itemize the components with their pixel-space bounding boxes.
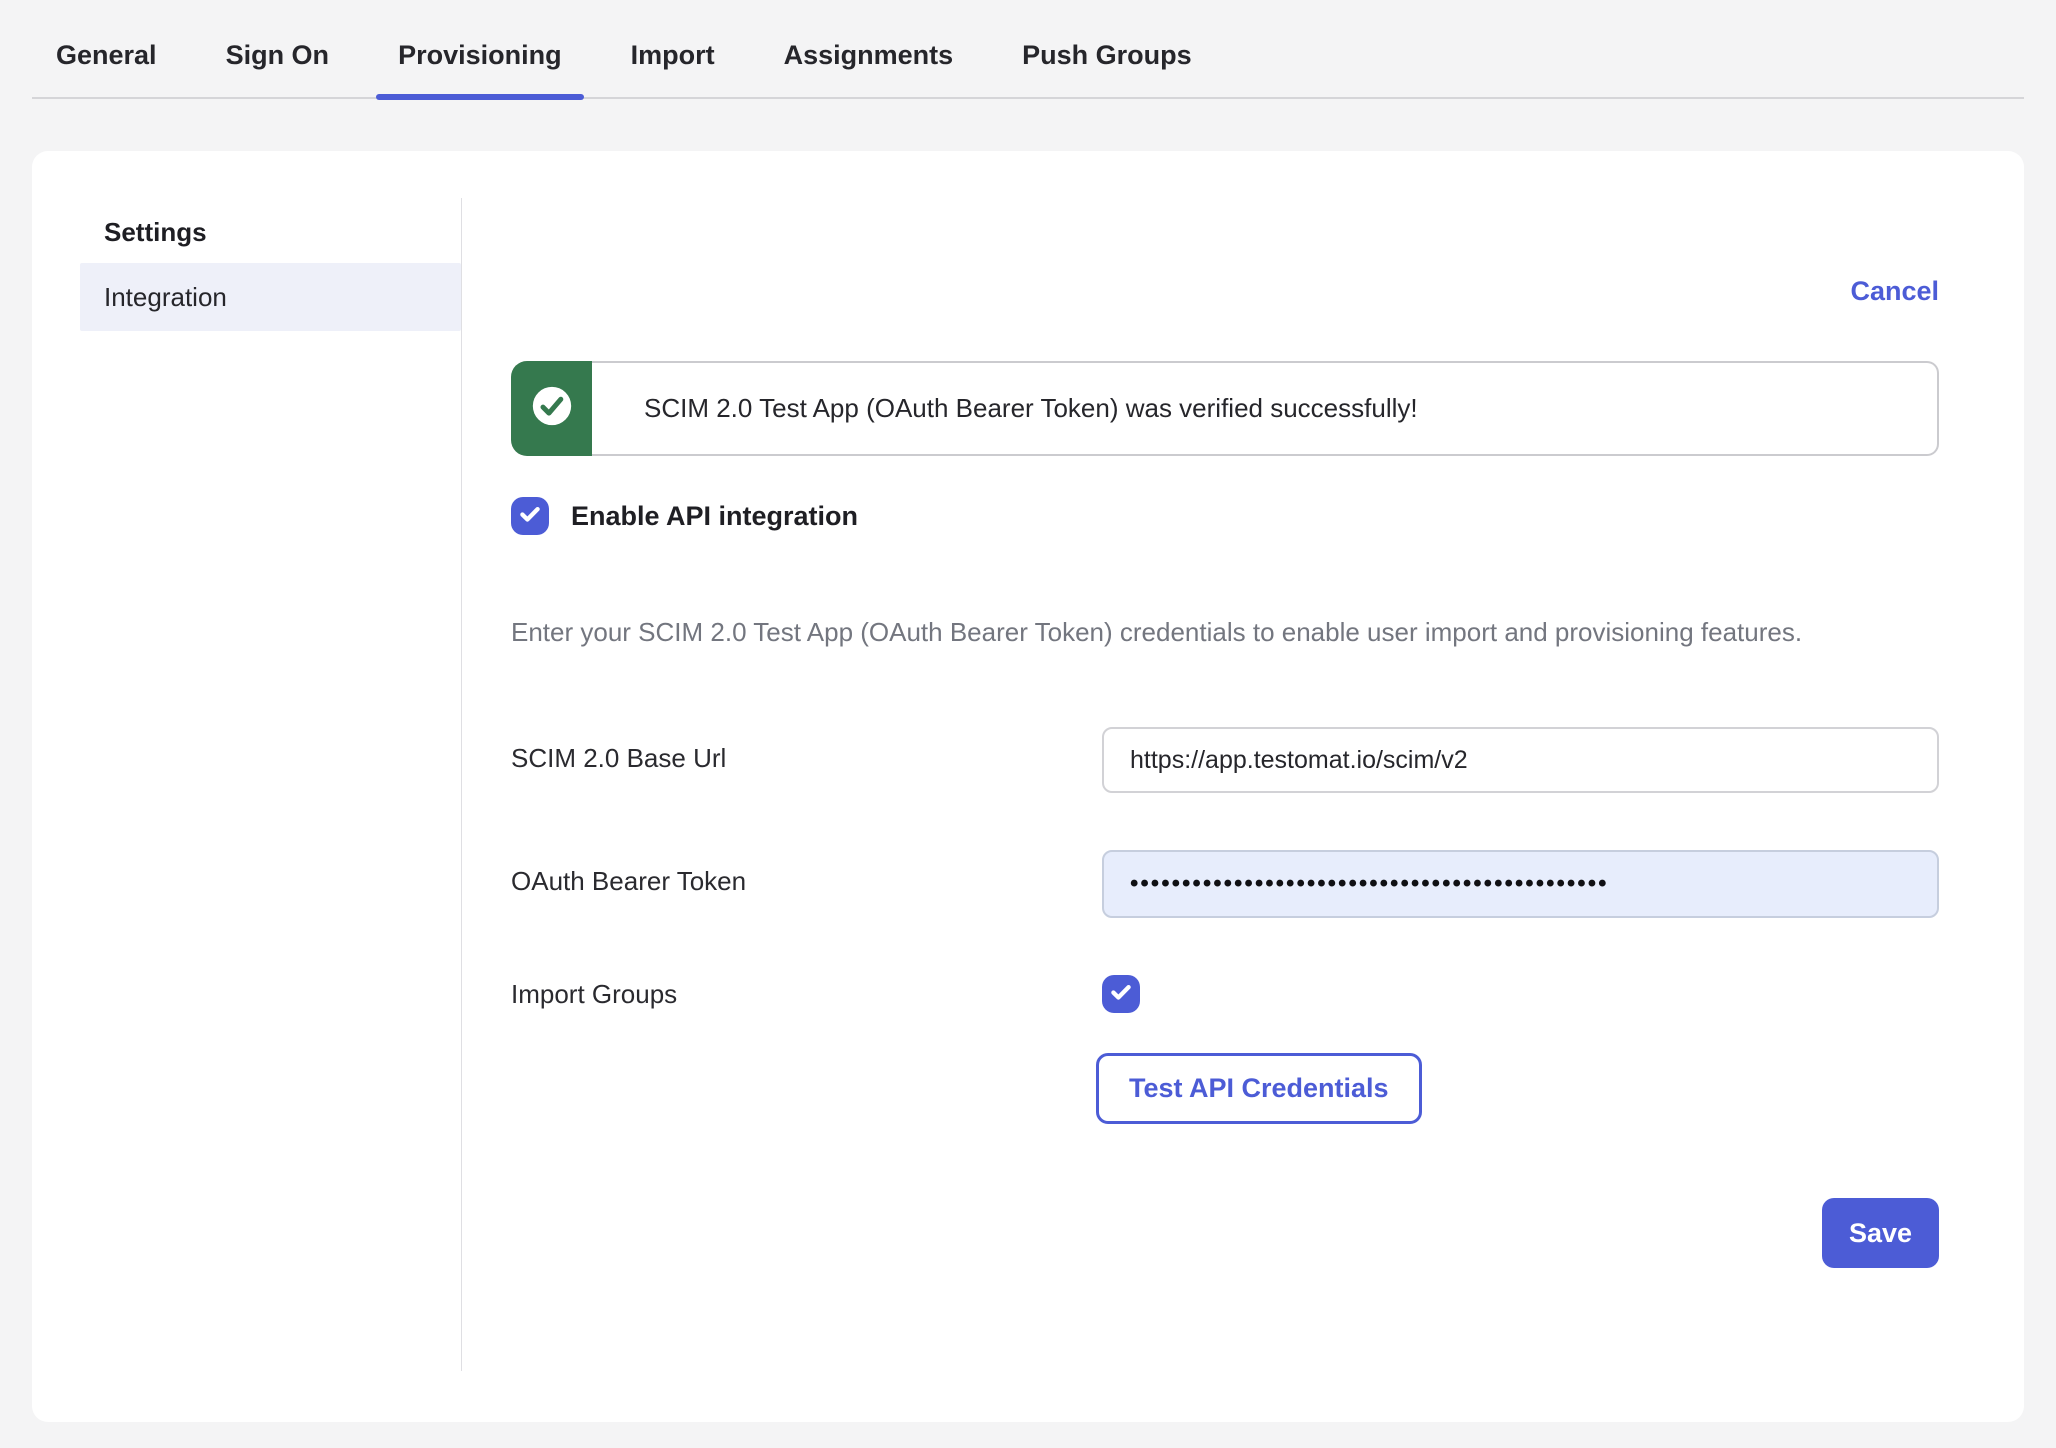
import-groups-checkbox[interactable] xyxy=(1102,975,1140,1013)
enable-api-checkbox[interactable] xyxy=(511,497,549,535)
tab-label: Sign On xyxy=(226,40,330,70)
provisioning-card: Settings Integration Cancel SCIM 2.0 Tes… xyxy=(32,151,2024,1422)
test-api-credentials-button[interactable]: Test API Credentials xyxy=(1096,1053,1422,1124)
check-circle-icon xyxy=(529,383,575,434)
tab-import[interactable]: Import xyxy=(609,30,737,97)
token-label: OAuth Bearer Token xyxy=(511,850,1102,897)
tab-label: General xyxy=(56,40,157,70)
app-tabbar: General Sign On Provisioning Import Assi… xyxy=(32,0,2024,99)
cancel-row: Cancel xyxy=(511,276,1939,307)
enable-api-label: Enable API integration xyxy=(571,501,858,532)
success-banner: SCIM 2.0 Test App (OAuth Bearer Token) w… xyxy=(511,361,1939,456)
integration-panel: Cancel SCIM 2.0 Test App (OAuth Bearer T… xyxy=(462,151,2024,1422)
import-groups-label: Import Groups xyxy=(511,975,1102,1010)
tab-push-groups[interactable]: Push Groups xyxy=(1000,30,1214,97)
cancel-link[interactable]: Cancel xyxy=(1850,276,1939,306)
sidebar-heading: Settings xyxy=(104,216,461,248)
base-url-input[interactable] xyxy=(1102,727,1939,793)
tab-label: Assignments xyxy=(784,40,954,70)
tab-provisioning[interactable]: Provisioning xyxy=(376,30,584,97)
success-banner-icon-block xyxy=(511,361,592,456)
tab-label: Provisioning xyxy=(398,40,562,70)
token-input[interactable] xyxy=(1102,850,1939,918)
import-groups-row: Import Groups xyxy=(511,975,1939,1013)
token-row: OAuth Bearer Token xyxy=(511,850,1939,918)
checkmark-icon xyxy=(517,501,543,532)
test-credentials-row: Test API Credentials xyxy=(511,1053,1939,1124)
tab-sign-on[interactable]: Sign On xyxy=(204,30,352,97)
active-tab-underline xyxy=(376,94,584,100)
enable-api-row: Enable API integration xyxy=(511,497,1939,535)
tab-label: Push Groups xyxy=(1022,40,1192,70)
tab-assignments[interactable]: Assignments xyxy=(762,30,976,97)
save-button[interactable]: Save xyxy=(1822,1198,1939,1268)
base-url-label: SCIM 2.0 Base Url xyxy=(511,727,1102,774)
tab-general[interactable]: General xyxy=(34,30,179,97)
credentials-description: Enter your SCIM 2.0 Test App (OAuth Bear… xyxy=(511,609,1939,655)
sidebar-item-integration[interactable]: Integration xyxy=(80,263,461,331)
base-url-row: SCIM 2.0 Base Url xyxy=(511,727,1939,793)
save-row: Save xyxy=(511,1198,1939,1268)
tab-label: Import xyxy=(631,40,715,70)
sidebar-item-label: Integration xyxy=(104,282,227,312)
success-banner-message: SCIM 2.0 Test App (OAuth Bearer Token) w… xyxy=(592,361,1939,456)
checkmark-icon xyxy=(1108,979,1134,1010)
settings-sidebar: Settings Integration xyxy=(32,151,461,1422)
